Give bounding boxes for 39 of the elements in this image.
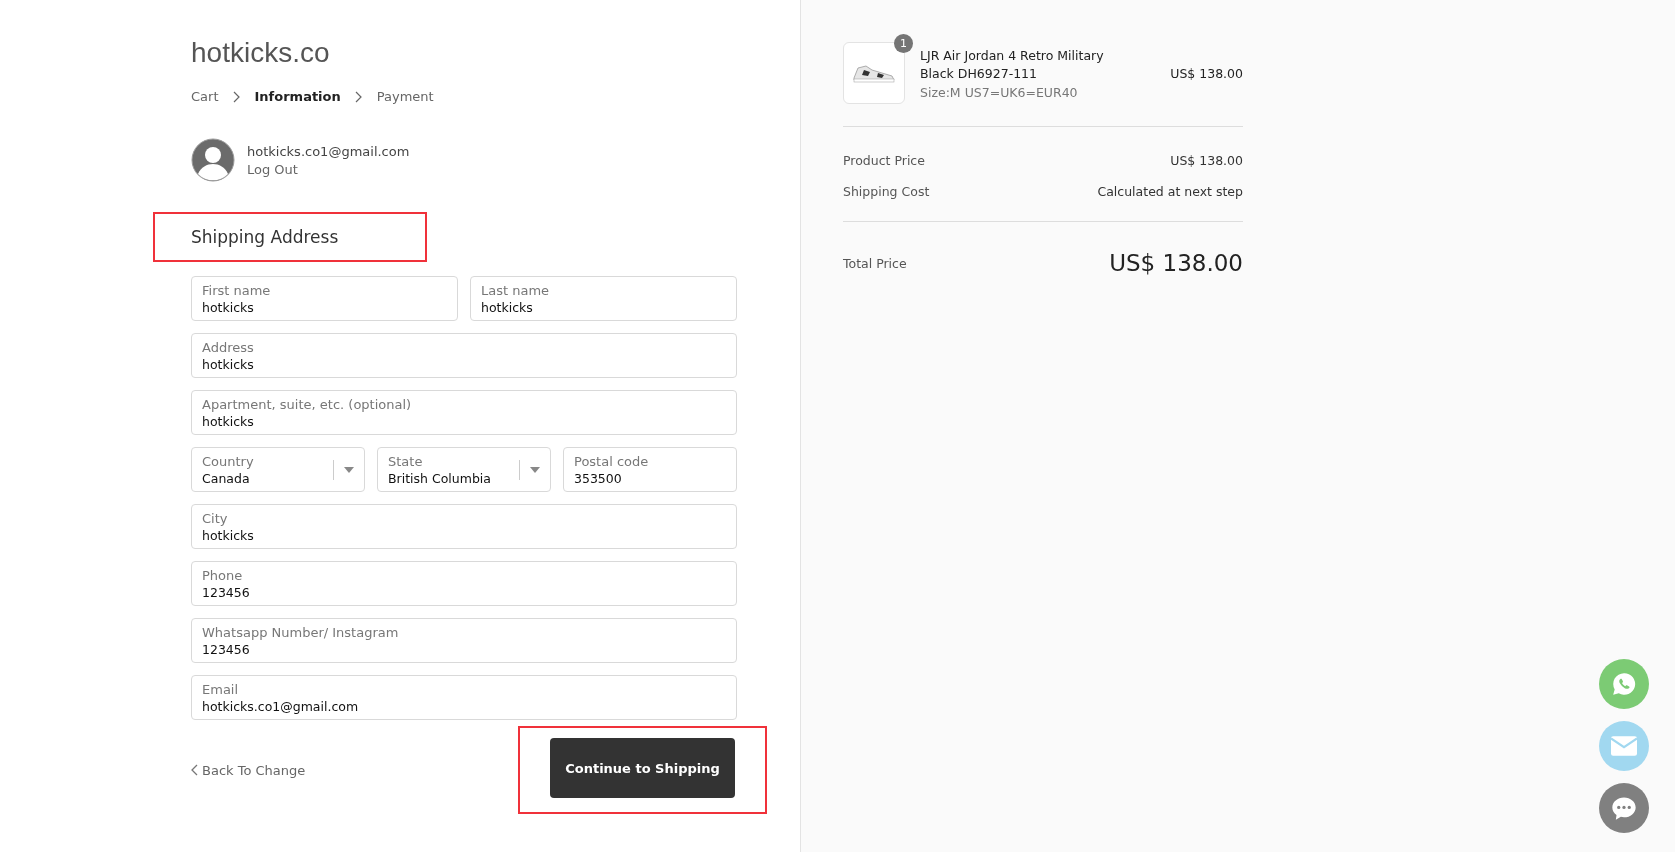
phone-bubble-icon (1611, 671, 1637, 697)
back-link[interactable]: Back To Change (191, 762, 306, 778)
envelope-icon (1611, 736, 1637, 756)
input-field[interactable]: Last name hotkicks (470, 276, 737, 321)
product-variant: Size:M US7=UK6=EUR40 (920, 84, 1079, 100)
quantity-badge: 1 (894, 34, 913, 53)
account-email: hotkicks.co1@gmail.com (247, 143, 410, 159)
input-field[interactable]: Whatsapp Number/ Instagram 123456 (191, 618, 737, 663)
summary-label: Product Price (843, 153, 925, 168)
input-field[interactable]: Apartment, suite, etc. (optional) hotkicks (191, 390, 737, 435)
chevron-left-icon (191, 764, 198, 776)
input-field[interactable]: First name hotkicks (191, 276, 458, 321)
select-field[interactable]: State British Columbia (377, 447, 551, 492)
store-logo[interactable]: hotkicks.co (191, 34, 800, 72)
total-value: US$ 138.00 (1109, 250, 1243, 276)
sneaker-icon (852, 62, 896, 84)
summary-label: Shipping Cost (843, 184, 930, 199)
breadcrumb-step[interactable]: Payment (376, 89, 434, 104)
input-field[interactable]: Email hotkicks.co1@gmail.com (191, 675, 737, 720)
summary-value: US$ 138.00 (1170, 153, 1243, 168)
product-price: US$ 138.00 (1170, 65, 1243, 81)
avatar-icon (191, 138, 235, 182)
caret-icon (344, 466, 354, 473)
summary-value: Calculated at next step (1097, 184, 1243, 199)
select-field[interactable]: Country Canada (191, 447, 365, 492)
total-label: Total Price (843, 255, 907, 271)
input-field[interactable]: City hotkicks (191, 504, 737, 549)
continue-button[interactable]: Continue to Shipping (550, 738, 735, 798)
chevron-right-icon (232, 90, 241, 103)
section-heading: Shipping Address (191, 227, 339, 247)
input-field[interactable]: Postal code 353500 (563, 447, 737, 492)
breadcrumb-step[interactable]: Cart (191, 89, 219, 104)
chevron-right-icon (354, 90, 363, 103)
breadcrumb-step[interactable]: Information (254, 89, 341, 104)
input-field[interactable]: Phone 123456 (191, 561, 737, 606)
product-name: LJR Air Jordan 4 Retro Military Black DH6927-111 (920, 46, 1105, 83)
caret-icon (530, 466, 540, 473)
logout-link[interactable]: Log Out (247, 161, 410, 177)
input-field[interactable]: Address hotkicks (191, 333, 737, 378)
